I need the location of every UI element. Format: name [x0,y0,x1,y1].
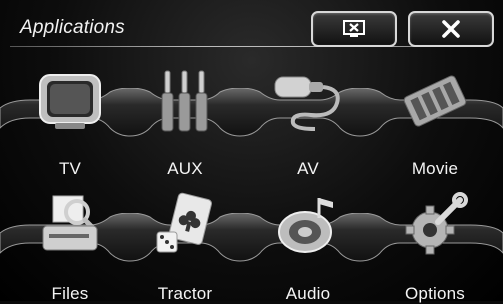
film-reel-icon [403,75,467,127]
app-label: Movie [411,159,459,178]
display-off-button[interactable] [311,11,397,47]
app-tv[interactable]: TV [15,55,125,178]
app-label: AV [297,159,319,178]
app-label: Tractor [157,284,213,303]
app-tractor[interactable]: Tractor [130,180,240,303]
aux-jack-icon [161,70,208,132]
app-label: Files [51,284,89,303]
app-aux[interactable]: AUX [130,55,240,178]
app-label: Audio [285,284,331,303]
wrench-gear-icon [405,192,468,255]
av-cable-icon [274,76,340,131]
app-label: TV [58,159,82,178]
app-screen: Applications TV AUX AV Movie Files Tract… [0,0,503,303]
close-button[interactable] [408,11,494,47]
app-label: AUX [167,159,203,178]
tv-icon [39,74,101,129]
cards-dice-icon [156,192,212,253]
app-audio[interactable]: Audio [253,180,363,303]
screen-off-icon [343,20,365,37]
app-options[interactable]: Options [380,180,490,303]
app-label: Options [405,284,465,303]
app-movie[interactable]: Movie [380,55,490,178]
audio-speaker-icon [278,198,333,253]
app-files[interactable]: Files [15,180,125,303]
close-icon [442,20,460,38]
app-av[interactable]: AV [253,55,363,178]
page-title: Applications [20,17,125,38]
files-scanner-icon [42,195,98,251]
